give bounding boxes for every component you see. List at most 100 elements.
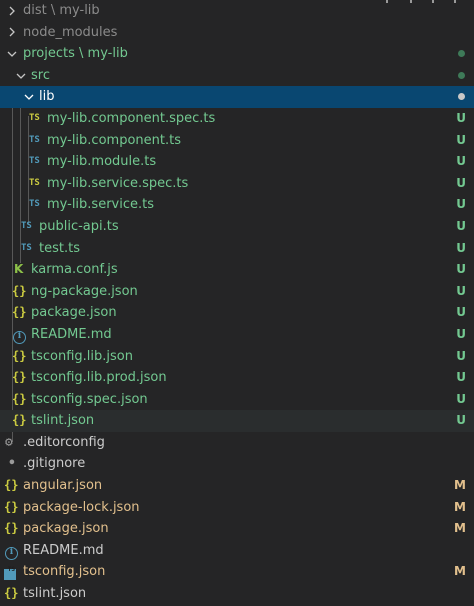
chevron-down-icon (13, 65, 29, 87)
chevron-down-icon (4, 43, 20, 65)
chevron-right-icon (4, 22, 20, 44)
file-label: tsconfig.lib.prod.json (31, 370, 167, 386)
file-label: package.json (31, 305, 117, 321)
typescript-icon: TS (29, 112, 40, 123)
folder-label: src (31, 67, 50, 83)
untracked-dot-icon (458, 71, 465, 79)
file-label: tsconfig.spec.json (31, 391, 148, 407)
tree-file[interactable]: {} tslint.json (0, 583, 474, 605)
untracked-dot-icon (458, 50, 465, 58)
dot-icon: • (8, 456, 16, 472)
tree-file[interactable]: {} package.json M (0, 518, 474, 540)
typescript-icon: TS (29, 177, 40, 188)
tree-file[interactable]: TS my-lib.component.ts U (0, 130, 474, 152)
tree-file[interactable]: i README.md (0, 540, 474, 562)
git-status-badge: U (456, 283, 466, 298)
file-label: test.ts (39, 240, 80, 256)
tree-folder-node-modules[interactable]: node_modules (0, 22, 474, 44)
info-icon: i (13, 324, 26, 346)
json-icon: {} (4, 499, 19, 514)
file-label: .editorconfig (23, 434, 105, 450)
tree-file[interactable]: {} package.json U (0, 302, 474, 324)
git-status-badge: U (456, 197, 466, 212)
git-status-badge: U (456, 262, 466, 277)
tree-file[interactable]: {} package-lock.json M (0, 497, 474, 519)
json-icon: {} (12, 348, 27, 363)
tree-file[interactable]: {} tslint.json U (0, 410, 474, 432)
tree-file[interactable]: {} ng-package.json U (0, 281, 474, 303)
tree-folder-lib[interactable]: lib (0, 86, 474, 108)
tree-file[interactable]: {} angular.json M (0, 475, 474, 497)
git-status-badge: U (456, 240, 466, 255)
git-status-badge: U (456, 326, 466, 341)
karma-icon: K (14, 262, 24, 277)
typescript-icon: TS (21, 242, 32, 253)
folder-label: node_modules (23, 24, 118, 40)
tree-file[interactable]: K karma.conf.js U (0, 259, 474, 281)
json-icon: {} (12, 391, 27, 406)
tree-file[interactable]: {} tsconfig.lib.prod.json U (0, 367, 474, 389)
tree-file[interactable]: TS my-lib.module.ts U (0, 151, 474, 173)
json-icon: {} (12, 305, 27, 320)
file-label: my-lib.service.ts (47, 197, 154, 213)
folder-label: lib (39, 89, 55, 105)
file-label: my-lib.module.ts (47, 154, 157, 170)
json-icon: {} (4, 586, 19, 601)
tree-folder-projects[interactable]: projects \ my-lib (0, 43, 474, 65)
git-status-badge: M (454, 521, 466, 536)
git-status-badge: U (456, 110, 466, 125)
tree-folder-src[interactable]: src (0, 65, 474, 87)
tree-file[interactable]: {} tsconfig.lib.json U (0, 346, 474, 368)
git-status-badge: M (454, 564, 466, 579)
tree-file[interactable]: TS public-api.ts U (0, 216, 474, 238)
tree-file[interactable]: {} tsconfig.spec.json U (0, 389, 474, 411)
tree-file[interactable]: TS my-lib.component.spec.ts U (0, 108, 474, 130)
json-icon: {} (4, 478, 19, 493)
file-label: public-api.ts (39, 218, 119, 234)
file-label: my-lib.component.spec.ts (47, 110, 216, 126)
json-icon: {} (12, 413, 27, 428)
file-explorer-tree: dist \ my-lib node_modules projects \ my… (0, 0, 474, 605)
git-status-badge: U (456, 305, 466, 320)
tree-folder-dist[interactable]: dist \ my-lib (0, 0, 474, 22)
file-label: package.json (23, 521, 109, 537)
json-icon: {} (12, 370, 27, 385)
file-label: ng-package.json (31, 283, 138, 299)
file-label: my-lib.service.spec.ts (47, 175, 189, 191)
tree-file[interactable]: TS my-lib.service.spec.ts U (0, 173, 474, 195)
tree-file[interactable]: i README.md U (0, 324, 474, 346)
git-status-badge: U (456, 218, 466, 233)
tree-file[interactable]: • .gitignore (0, 453, 474, 475)
file-label: .gitignore (23, 456, 86, 472)
git-status-badge: M (454, 478, 466, 493)
file-label: angular.json (23, 478, 103, 494)
file-label: tsconfig.json (23, 564, 106, 580)
typescript-icon: TS (29, 134, 40, 145)
chevron-down-icon (21, 86, 37, 108)
folder-label: projects \ my-lib (23, 46, 128, 62)
file-label: tslint.json (31, 413, 95, 429)
tree-file[interactable]: TS tsconfig.json M (0, 561, 474, 583)
git-status-badge: U (456, 348, 466, 363)
git-status-badge: U (456, 370, 466, 385)
file-label: tsconfig.lib.json (31, 348, 133, 364)
git-status-badge: U (456, 175, 466, 190)
file-label: README.md (23, 542, 104, 558)
chevron-right-icon (4, 0, 20, 22)
tree-file[interactable]: ⚙ .editorconfig (0, 432, 474, 454)
file-label: karma.conf.js (31, 262, 118, 278)
gear-icon: ⚙ (5, 434, 13, 450)
untracked-dot-icon (458, 93, 465, 101)
file-label: package-lock.json (23, 499, 140, 515)
git-status-badge: U (456, 413, 466, 428)
file-label: README.md (31, 326, 112, 342)
git-status-badge: U (456, 154, 466, 169)
typescript-icon: TS (21, 220, 32, 231)
typescript-icon: TS (29, 199, 40, 210)
json-icon: {} (12, 283, 27, 298)
tree-file[interactable]: TS test.ts U (0, 238, 474, 260)
git-status-badge: U (456, 132, 466, 147)
git-status-badge: M (454, 499, 466, 514)
tree-file[interactable]: TS my-lib.service.ts U (0, 194, 474, 216)
file-label: my-lib.component.ts (47, 132, 181, 148)
